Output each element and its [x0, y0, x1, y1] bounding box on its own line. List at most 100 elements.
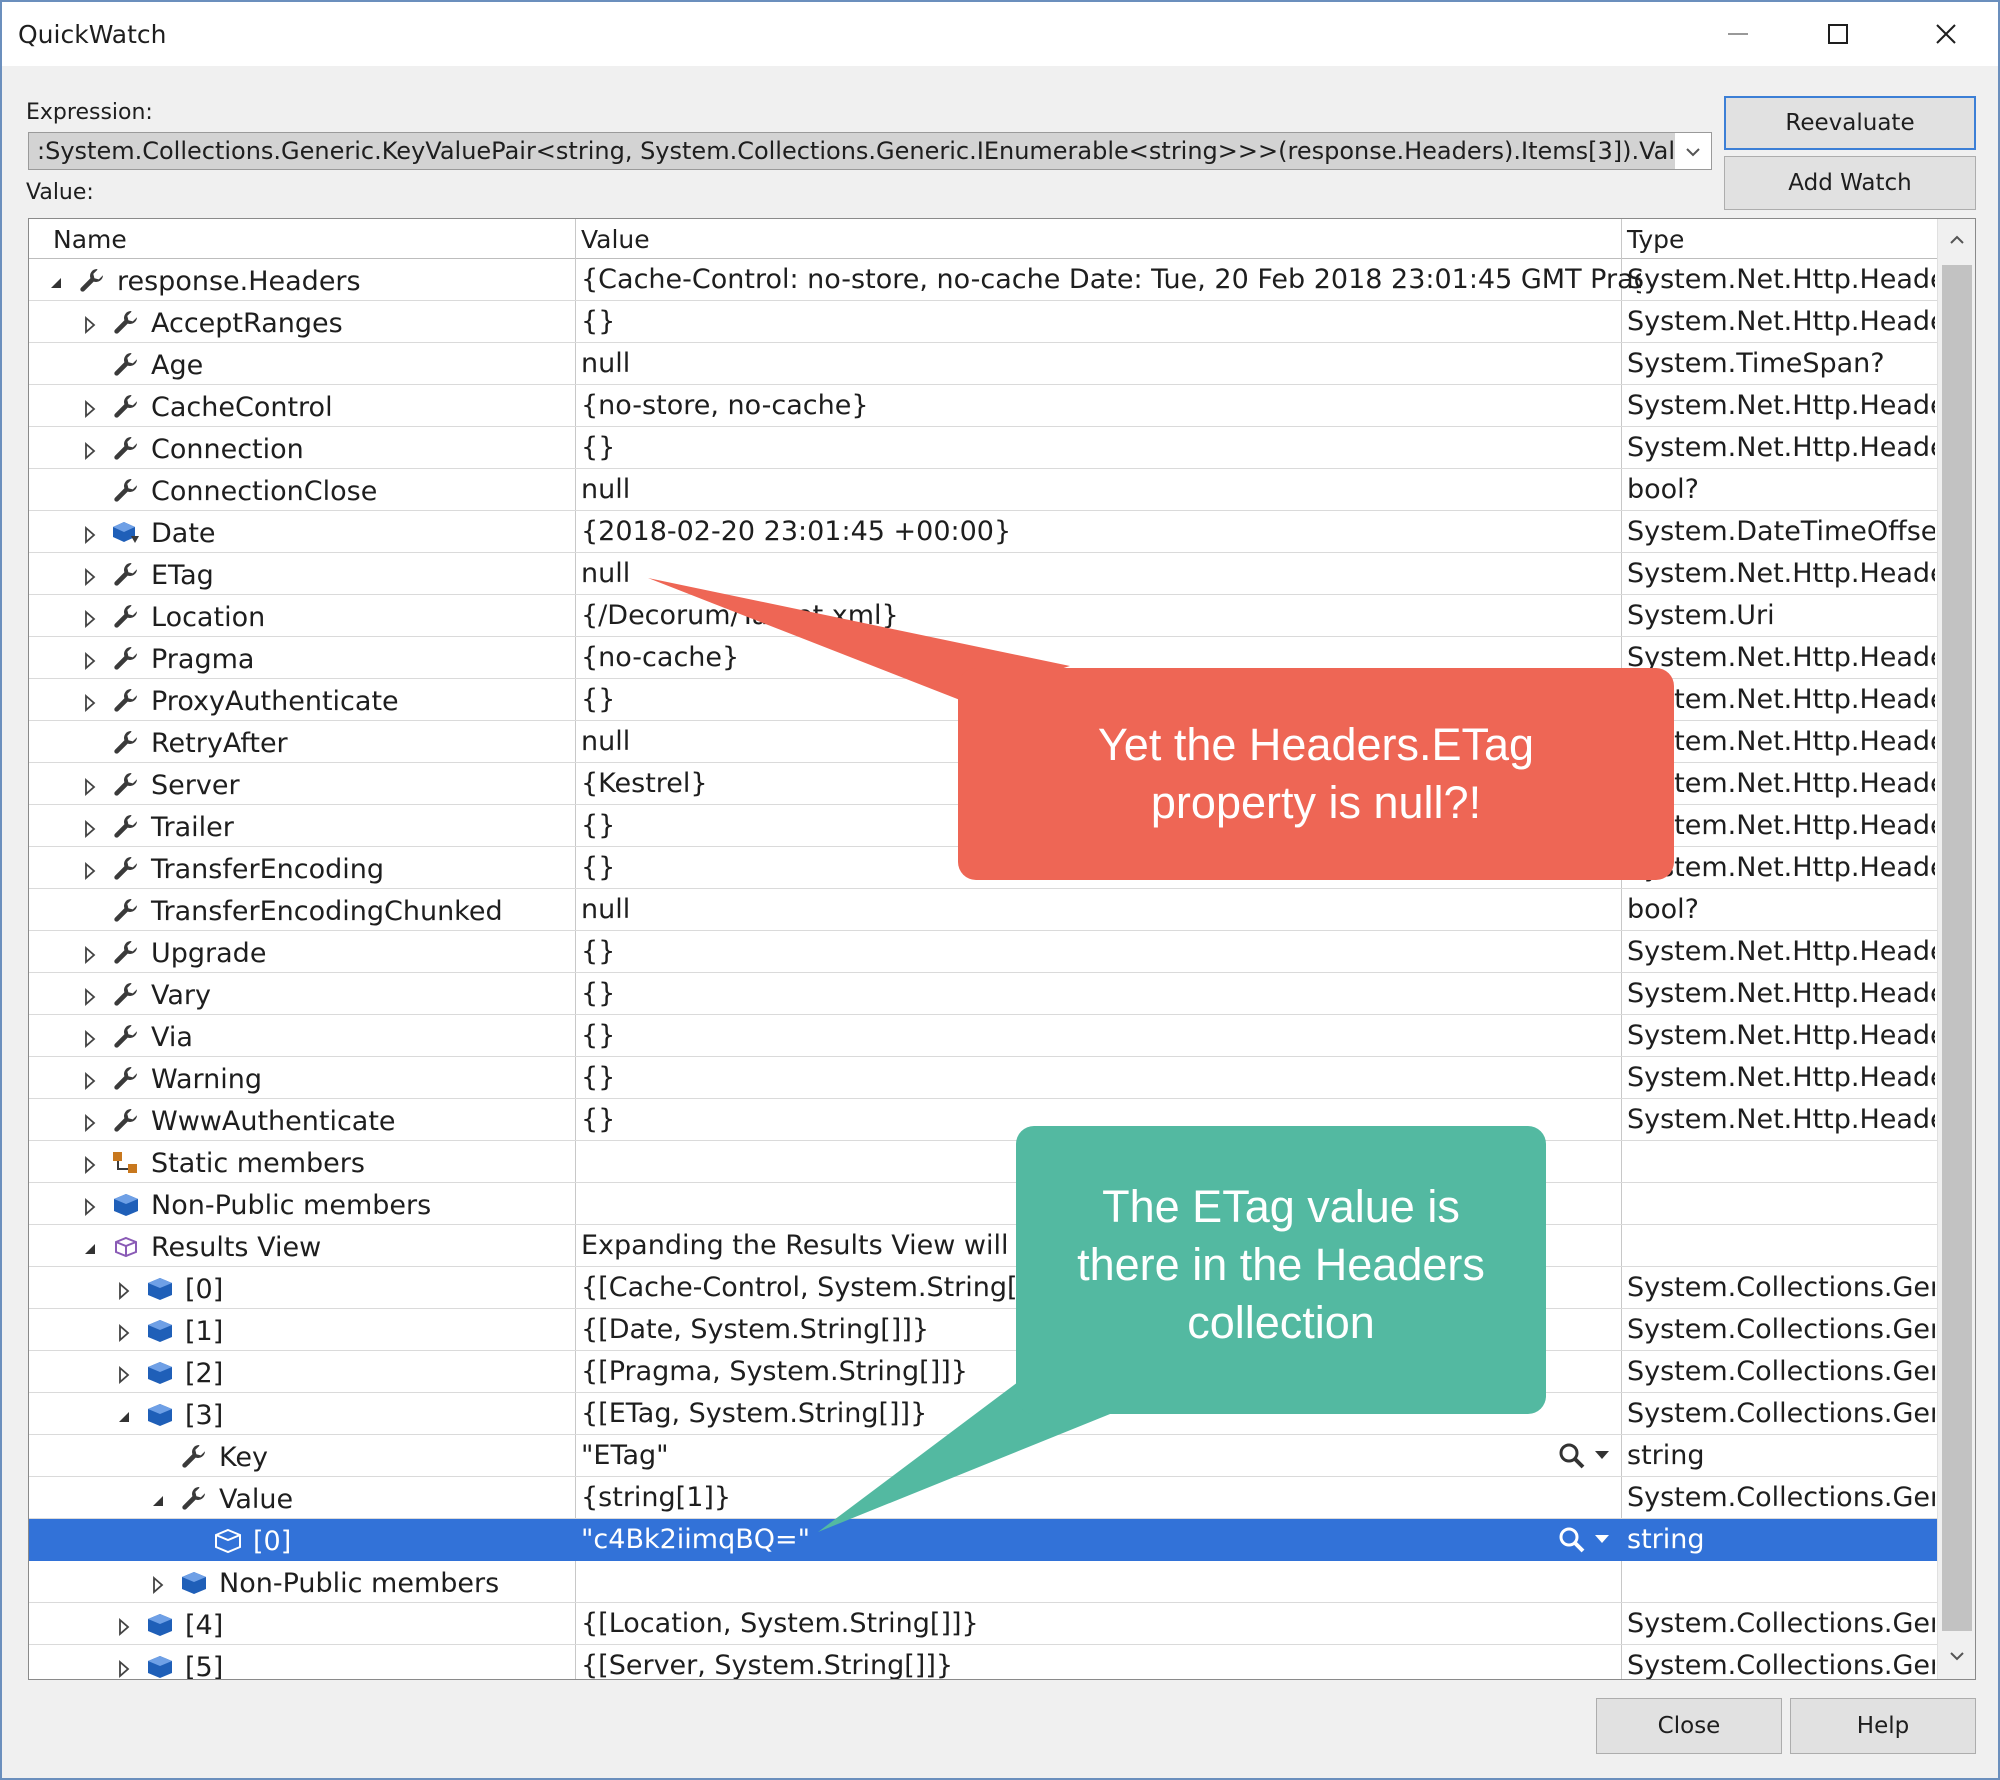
- tree-row[interactable]: Via {} System.Net.Http.Heade: [29, 1015, 1937, 1057]
- collapse-arrow-icon[interactable]: [79, 1236, 101, 1258]
- row-type: System.Collections.Gen: [1627, 1608, 1935, 1639]
- close-window-button[interactable]: [1906, 2, 1986, 66]
- expand-arrow-icon[interactable]: [79, 942, 101, 964]
- expand-arrow-icon[interactable]: [79, 312, 101, 334]
- tree-row[interactable]: CacheControl {no-store, no-cache} System.N…: [29, 385, 1937, 427]
- expand-arrow-icon[interactable]: [113, 1320, 135, 1342]
- quickwatch-window: QuickWatch Expression: :System.Collectio…: [0, 0, 2000, 1780]
- collapse-arrow-icon[interactable]: [45, 270, 67, 292]
- expand-arrow-icon[interactable]: [147, 1572, 169, 1594]
- expand-arrow-icon[interactable]: [79, 1152, 101, 1174]
- minimize-button[interactable]: [1698, 2, 1778, 66]
- expand-arrow-icon[interactable]: [113, 1614, 135, 1636]
- tree-row[interactable]: Key "ETag" string: [29, 1435, 1937, 1477]
- tree-row[interactable]: [5] {[Server, System.String[]]} System.Col…: [29, 1645, 1937, 1679]
- column-header-value[interactable]: Value: [581, 225, 650, 254]
- tree-row[interactable]: Warning {} System.Net.Http.Heade: [29, 1057, 1937, 1099]
- expand-arrow-icon[interactable]: [79, 774, 101, 796]
- collapse-arrow-icon[interactable]: [147, 1488, 169, 1510]
- row-value[interactable]: {no-store, no-cache}: [581, 390, 1641, 421]
- expand-arrow-icon[interactable]: [79, 522, 101, 544]
- expand-arrow-icon[interactable]: [79, 1110, 101, 1132]
- expand-arrow-icon[interactable]: [79, 858, 101, 880]
- expand-arrow-icon[interactable]: [79, 1194, 101, 1216]
- tree-row[interactable]: [0] {[Cache-Control, System.String[]]} Sys…: [29, 1267, 1937, 1309]
- maximize-button[interactable]: [1798, 2, 1878, 66]
- row-value[interactable]: {}: [581, 978, 1641, 1009]
- tree-row[interactable]: Date {2018-02-20 23:01:45 +00:00} System.D…: [29, 511, 1937, 553]
- row-value[interactable]: null: [581, 558, 1641, 589]
- expand-arrow-icon[interactable]: [79, 1026, 101, 1048]
- expand-arrow-icon[interactable]: [113, 1362, 135, 1384]
- expand-arrow-icon[interactable]: [79, 648, 101, 670]
- tree-row[interactable]: [0] "c4Bk2iimqBQ=" string: [29, 1519, 1937, 1561]
- reevaluate-button[interactable]: Reevaluate: [1724, 96, 1976, 150]
- expression-input[interactable]: :System.Collections.Generic.KeyValuePair…: [29, 133, 1711, 169]
- row-value[interactable]: {Cache-Control: no-store, no-cache Date:…: [581, 264, 1641, 295]
- tree-row[interactable]: Age null System.TimeSpan?: [29, 343, 1937, 385]
- add-watch-button[interactable]: Add Watch: [1724, 156, 1976, 210]
- row-value[interactable]: null: [581, 894, 1641, 925]
- tree-row[interactable]: AcceptRanges {} System.Net.Http.Heade: [29, 301, 1937, 343]
- expression-combobox[interactable]: :System.Collections.Generic.KeyValuePair…: [28, 132, 1712, 170]
- expand-arrow-icon[interactable]: [79, 564, 101, 586]
- row-value[interactable]: "ETag": [581, 1440, 1641, 1471]
- row-value[interactable]: {}: [581, 1062, 1641, 1093]
- tree-row[interactable]: Non-Public members: [29, 1561, 1937, 1603]
- vertical-scrollbar[interactable]: [1937, 219, 1975, 1679]
- expand-arrow-icon[interactable]: [79, 606, 101, 628]
- help-button[interactable]: Help: [1790, 1698, 1976, 1754]
- tree-row[interactable]: Static members: [29, 1141, 1937, 1183]
- tree-row[interactable]: ConnectionClose null bool?: [29, 469, 1937, 511]
- column-header-type[interactable]: Type: [1627, 225, 1684, 254]
- tree-row[interactable]: Connection {} System.Net.Http.Heade: [29, 427, 1937, 469]
- row-value[interactable]: {}: [581, 936, 1641, 967]
- tree-row[interactable]: [2] {[Pragma, System.String[]]} System.Col…: [29, 1351, 1937, 1393]
- collapse-arrow-icon[interactable]: [113, 1404, 135, 1426]
- row-value[interactable]: {[Location, System.String[]]}: [581, 1608, 1641, 1639]
- tree-row[interactable]: response.Headers {Cache-Control: no-store…: [29, 259, 1937, 301]
- row-value[interactable]: {}: [581, 432, 1641, 463]
- tree-row[interactable]: Vary {} System.Net.Http.Heade: [29, 973, 1937, 1015]
- expand-arrow-icon[interactable]: [79, 690, 101, 712]
- tree-row[interactable]: Non-Public members: [29, 1183, 1937, 1225]
- scrollbar-thumb[interactable]: [1942, 265, 1972, 1631]
- expand-arrow-icon[interactable]: [79, 438, 101, 460]
- expand-arrow-icon[interactable]: [79, 1068, 101, 1090]
- row-value[interactable]: {2018-02-20 23:01:45 +00:00}: [581, 516, 1641, 547]
- column-header-name[interactable]: Name: [53, 225, 127, 254]
- row-name: Location: [151, 601, 266, 633]
- row-value[interactable]: "c4Bk2iimqBQ=": [581, 1524, 1641, 1555]
- visualizer-magnifier-icon[interactable]: [1557, 1441, 1617, 1471]
- field-icon: [145, 1400, 177, 1430]
- row-value[interactable]: {[Server, System.String[]]}: [581, 1650, 1641, 1679]
- tree-row[interactable]: Results View Expanding the Results View w…: [29, 1225, 1937, 1267]
- close-button[interactable]: Close: [1596, 1698, 1782, 1754]
- row-value[interactable]: {}: [581, 1020, 1641, 1051]
- value-label: Value:: [26, 180, 94, 205]
- expand-arrow-icon[interactable]: [113, 1278, 135, 1300]
- tree-row[interactable]: [3] {[ETag, System.String[]]} System.Colle…: [29, 1393, 1937, 1435]
- tree-row[interactable]: [4] {[Location, System.String[]]} System.C…: [29, 1603, 1937, 1645]
- row-value[interactable]: {string[1]}: [581, 1482, 1641, 1513]
- tree-row[interactable]: Location {/Decorum/Target.xml} System.Uri: [29, 595, 1937, 637]
- expand-arrow-icon[interactable]: [79, 984, 101, 1006]
- expression-dropdown-button[interactable]: [1675, 133, 1711, 169]
- row-value[interactable]: null: [581, 348, 1641, 379]
- row-value[interactable]: {/Decorum/Target.xml}: [581, 600, 1641, 631]
- expand-arrow-icon[interactable]: [113, 1656, 135, 1678]
- tree-row[interactable]: TransferEncodingChunked null bool?: [29, 889, 1937, 931]
- tree-row[interactable]: ETag null System.Net.Http.Heade: [29, 553, 1937, 595]
- tree-row[interactable]: WwwAuthenticate{} System.Net.Http.Heade: [29, 1099, 1937, 1141]
- tree-row[interactable]: Value {string[1]} System.Collections.Gen: [29, 1477, 1937, 1519]
- expand-arrow-icon[interactable]: [79, 816, 101, 838]
- wrench-icon: [111, 770, 143, 800]
- visualizer-magnifier-icon[interactable]: [1557, 1525, 1617, 1555]
- row-name: [0]: [253, 1525, 292, 1557]
- row-value[interactable]: null: [581, 474, 1641, 505]
- row-name: Vary: [151, 979, 211, 1011]
- expand-arrow-icon[interactable]: [79, 396, 101, 418]
- row-value[interactable]: {}: [581, 306, 1641, 337]
- tree-row[interactable]: Upgrade {} System.Net.Http.Heade: [29, 931, 1937, 973]
- tree-row[interactable]: [1] {[Date, System.String[]]} System.Colle…: [29, 1309, 1937, 1351]
